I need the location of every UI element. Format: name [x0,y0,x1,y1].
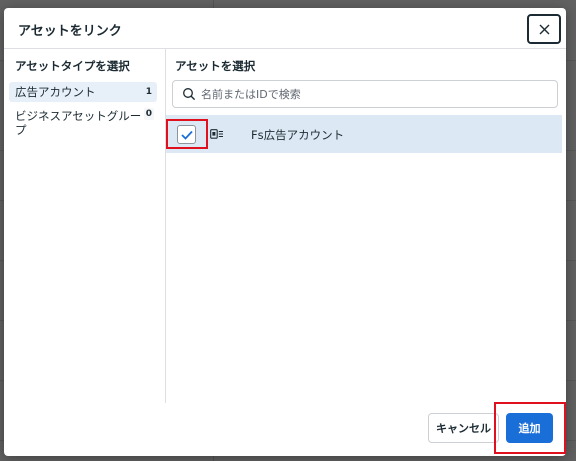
asset-type-business-asset-group[interactable]: ビジネスアセットグループ 0 [9,107,157,141]
link-assets-dialog: アセットをリンク アセットタイプを選択 広告アカウント 1 ビジネスアセットグル… [4,8,566,456]
asset-type-label: 広告アカウント [15,85,96,99]
search-icon [183,88,196,101]
asset-select-heading: アセットを選択 [175,59,256,73]
asset-type-ad-account[interactable]: 広告アカウント 1 [9,82,157,102]
footer-divider [4,403,566,404]
asset-search-input[interactable] [201,82,551,106]
cancel-button[interactable]: キャンセル [428,413,499,443]
add-button[interactable]: 追加 [506,413,553,443]
close-icon [539,24,549,34]
dialog-header: アセットをリンク [4,8,566,48]
column-divider [165,49,166,403]
asset-type-label: ビジネスアセットグループ [15,109,142,137]
dialog-title: アセットをリンク [18,24,122,39]
count-badge: 1 [143,86,154,98]
asset-type-heading: アセットタイプを選択 [15,59,130,73]
checkmark-icon [180,130,193,140]
asset-checkbox[interactable] [177,125,196,144]
ad-account-icon [210,129,223,139]
count-badge: 0 [143,108,154,120]
asset-row[interactable]: Fs広告アカウント [166,115,562,153]
close-button[interactable] [527,14,561,44]
asset-type-panel: アセットタイプを選択 広告アカウント 1 ビジネスアセットグループ 0 [4,49,166,403]
asset-search-box [172,80,558,108]
asset-name: Fs広告アカウント [251,128,345,142]
